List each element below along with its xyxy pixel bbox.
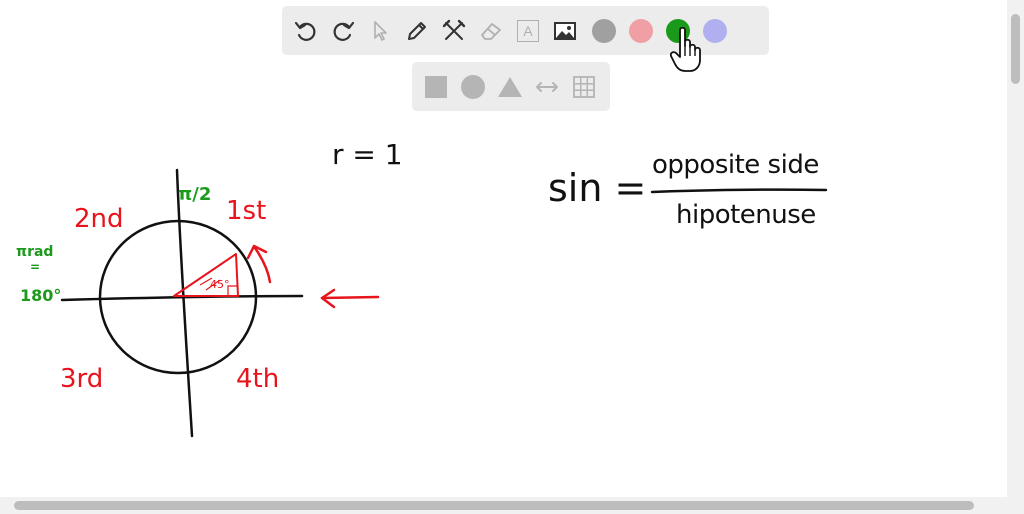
image-icon	[554, 21, 576, 40]
double-arrow-icon	[536, 81, 558, 92]
arrow-shape-button[interactable]	[529, 62, 565, 111]
color-pink-button[interactable]	[623, 6, 659, 55]
redo-button[interactable]	[325, 6, 361, 55]
circle-icon	[461, 74, 485, 99]
shape-toolbar	[412, 62, 610, 111]
y-axis	[175, 168, 194, 438]
tools-button[interactable]	[436, 6, 472, 55]
left-angle-eq: =	[30, 260, 41, 274]
redo-icon	[333, 21, 355, 41]
rotation-arrow	[253, 246, 272, 284]
eraser-button[interactable]	[473, 6, 509, 55]
quadrant-2-label: 2nd	[74, 204, 124, 234]
text-button[interactable]: A	[510, 6, 546, 55]
formula-numerator: opposite side	[652, 150, 819, 180]
triangle-angle-label: 45°	[210, 278, 230, 291]
quadrant-3-label: 3rd	[60, 364, 104, 394]
triangle-shape-button[interactable]	[492, 62, 528, 111]
left-arrow	[320, 295, 380, 300]
triangle-icon	[498, 76, 522, 97]
tools-icon	[442, 19, 466, 40]
pen-button[interactable]	[399, 6, 435, 55]
formula-denominator: hipotenuse	[676, 200, 816, 230]
left-angle-bottom: 180°	[20, 286, 62, 305]
image-button[interactable]	[547, 6, 583, 55]
quadrant-4-label: 4th	[236, 364, 280, 394]
text-icon: A	[517, 19, 539, 42]
color-swatch-pink	[629, 18, 653, 43]
hand-cursor-icon	[670, 26, 701, 72]
color-swatch-gray	[592, 18, 616, 43]
vertical-scroll-thumb[interactable]	[1011, 14, 1020, 84]
grid-shape-button[interactable]	[566, 62, 602, 111]
top-angle-label: π/2	[178, 184, 212, 205]
square-icon	[425, 75, 447, 98]
pencil-icon	[408, 21, 426, 40]
grid-icon	[573, 75, 595, 98]
horizontal-scrollbar[interactable]	[0, 497, 1024, 514]
eraser-icon	[481, 22, 501, 40]
left-angle-top: πrad	[16, 244, 54, 260]
cursor-icon	[374, 20, 387, 41]
radius-note: r = 1	[332, 138, 403, 171]
quadrant-1-label: 1st	[226, 196, 267, 226]
fraction-bar	[650, 188, 828, 194]
text-tool-label: A	[523, 22, 533, 39]
horizontal-scroll-thumb[interactable]	[14, 501, 974, 510]
undo-icon	[294, 21, 316, 41]
vertical-scrollbar[interactable]	[1007, 0, 1024, 497]
formula-lhs: sin =	[548, 166, 647, 210]
color-swatch-lavender	[703, 18, 727, 43]
circle-shape-button[interactable]	[455, 62, 491, 111]
select-button[interactable]	[362, 6, 398, 55]
color-gray-button[interactable]	[586, 6, 622, 55]
undo-button[interactable]	[288, 6, 324, 55]
square-shape-button[interactable]	[418, 62, 454, 111]
right-angle-mark	[227, 285, 238, 296]
